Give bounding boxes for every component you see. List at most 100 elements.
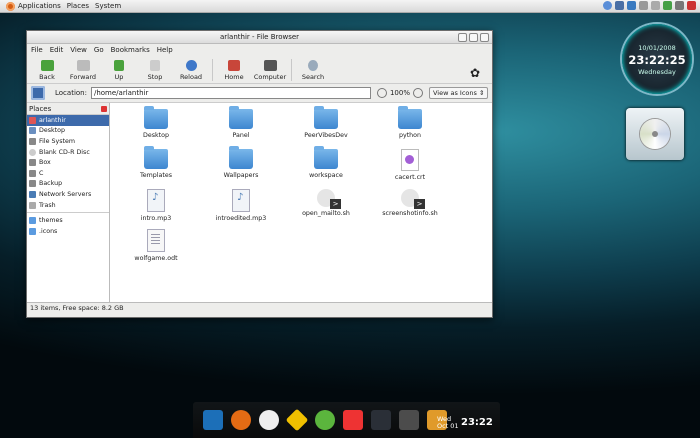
battery-icon[interactable] <box>663 1 672 10</box>
file-item-intro-mp3[interactable]: intro.mp3 <box>121 189 191 222</box>
window-titlebar[interactable]: arlanthir - File Browser <box>27 31 492 44</box>
applications-menu[interactable]: Applications <box>6 0 61 12</box>
up-label: Up <box>114 73 124 81</box>
places-menu[interactable]: Places <box>67 0 89 12</box>
sidebar-item-trash[interactable]: Trash <box>27 200 109 211</box>
search-button[interactable]: Search <box>295 60 331 83</box>
sidebar-item-backup[interactable]: Backup <box>27 179 109 190</box>
forward-button[interactable]: Forward <box>65 60 101 83</box>
clock-widget: 10/01/2008 23:22:25 Wednesday <box>622 24 692 94</box>
file-item-open-mailto[interactable]: open_mailto.sh <box>291 189 361 217</box>
sidebar-header-label: Places <box>29 104 52 113</box>
firefox-icon[interactable] <box>231 410 251 430</box>
volume-icon[interactable] <box>675 1 684 10</box>
sidebar-item-desktop[interactable]: Desktop <box>27 126 109 137</box>
file-item-panel[interactable]: Panel <box>206 106 276 139</box>
power-icon[interactable] <box>687 1 696 10</box>
gnome-foot-icon: ✿ <box>470 66 481 80</box>
file-label: introedited.mp3 <box>215 215 267 222</box>
view-mode-select[interactable]: View as Icons ⇕ <box>428 87 489 99</box>
zoom-out-icon[interactable] <box>376 88 387 98</box>
network-icon[interactable] <box>639 1 648 10</box>
file-item-cacert[interactable]: cacert.crt <box>375 149 445 181</box>
view-mode-label: View as Icons <box>432 89 477 97</box>
computer-button[interactable]: Computer <box>252 60 288 83</box>
menu-view[interactable]: View <box>70 46 87 54</box>
zoom-in-icon[interactable] <box>412 88 423 98</box>
file-item-screenshotinfo[interactable]: screenshotinfo.sh <box>375 189 445 217</box>
file-item-templates[interactable]: Templates <box>121 146 191 179</box>
stop-button[interactable]: Stop <box>137 60 173 83</box>
file-item-wallpapers[interactable]: Wallpapers <box>206 146 276 179</box>
file-label: workspace <box>309 172 343 179</box>
sidebar-bookmark-themes[interactable]: themes <box>27 215 109 226</box>
chat-icon[interactable] <box>259 410 279 430</box>
sidebar-item-box[interactable]: Box <box>27 157 109 168</box>
location-input[interactable]: /home/arlanthir <box>90 87 371 99</box>
file-item-introedited-mp3[interactable]: introedited.mp3 <box>206 189 276 222</box>
sidebar-item-home[interactable]: arlanthir <box>27 115 109 126</box>
bluetooth-icon[interactable] <box>627 1 636 10</box>
close-sidebar-icon[interactable] <box>101 105 107 112</box>
file-label: Panel <box>232 132 250 139</box>
wifi-icon[interactable] <box>651 1 660 10</box>
folder-icon <box>229 106 253 129</box>
zoom-level[interactable]: 100% <box>390 89 410 97</box>
menubar: File Edit View Go Bookmarks Help <box>27 44 492 55</box>
menu-go[interactable]: Go <box>94 46 104 54</box>
status-bar: 13 items, Free space: 8.2 GB <box>27 302 492 314</box>
menu-help[interactable]: Help <box>157 46 173 54</box>
file-view[interactable]: Desktop Panel PeerVibesDev python Templa… <box>110 103 492 302</box>
cd-player-widget[interactable] <box>626 108 684 160</box>
sidebar-header[interactable]: Places <box>27 103 109 115</box>
script-file-icon <box>401 189 425 209</box>
places-menu-label: Places <box>66 2 90 10</box>
back-button[interactable]: Back <box>29 60 65 83</box>
file-item-wolfgame[interactable]: wolfgame.odt <box>121 229 191 262</box>
system-menu[interactable]: System <box>95 0 121 12</box>
drive-icon <box>29 137 36 145</box>
mail-icon[interactable] <box>343 410 363 430</box>
file-label: intro.mp3 <box>140 215 172 222</box>
menu-bookmarks[interactable]: Bookmarks <box>111 46 150 54</box>
file-item-peervibesdev[interactable]: PeerVibesDev <box>291 106 361 139</box>
clock-day: Wednesday <box>638 68 676 76</box>
sidebar-item-network[interactable]: Network Servers <box>27 189 109 200</box>
sidebar-item-cd[interactable]: Blank CD-R Disc <box>27 147 109 158</box>
minimize-button[interactable] <box>458 33 467 42</box>
home-button[interactable]: Home <box>216 60 252 83</box>
maximize-button[interactable] <box>469 33 478 42</box>
close-button[interactable] <box>480 33 489 42</box>
reload-button[interactable]: Reload <box>173 60 209 83</box>
up-button[interactable]: Up <box>101 60 137 83</box>
warning-sign-icon[interactable] <box>285 408 309 432</box>
computer-label: Computer <box>253 73 287 81</box>
file-label: Templates <box>139 172 172 179</box>
sidebar-item-label: Box <box>39 159 51 167</box>
media-player-icon[interactable] <box>315 410 335 430</box>
file-item-workspace[interactable]: workspace <box>291 146 361 179</box>
folder-icon <box>398 106 422 129</box>
folder-icon <box>29 227 36 235</box>
file-browser-window: arlanthir - File Browser File Edit View … <box>26 30 493 318</box>
reload-icon <box>185 60 197 71</box>
home-label: Home <box>224 73 244 81</box>
location-bar: Location: /home/arlanthir 100% View as I… <box>27 84 492 103</box>
file-label: open_mailto.sh <box>302 210 350 217</box>
dock-month: Oct 01 <box>437 422 459 430</box>
update-icon[interactable] <box>603 1 612 10</box>
menu-file[interactable]: File <box>31 46 43 54</box>
cd-disc-icon <box>640 119 670 149</box>
sidebar-item-c[interactable]: C <box>27 168 109 179</box>
terminal-icon[interactable] <box>371 410 391 430</box>
location-toggle-icon[interactable] <box>31 86 45 100</box>
system-tray <box>603 1 696 10</box>
sidebar-bookmark-icons[interactable]: .icons <box>27 226 109 237</box>
file-item-python[interactable]: python <box>375 106 445 139</box>
user-icon[interactable] <box>615 1 624 10</box>
desktop-dock-icon[interactable] <box>203 410 223 430</box>
file-item-desktop[interactable]: Desktop <box>121 106 191 139</box>
menu-edit[interactable]: Edit <box>50 46 64 54</box>
sidebar-item-filesystem[interactable]: File System <box>27 136 109 147</box>
music-icon[interactable] <box>399 410 419 430</box>
